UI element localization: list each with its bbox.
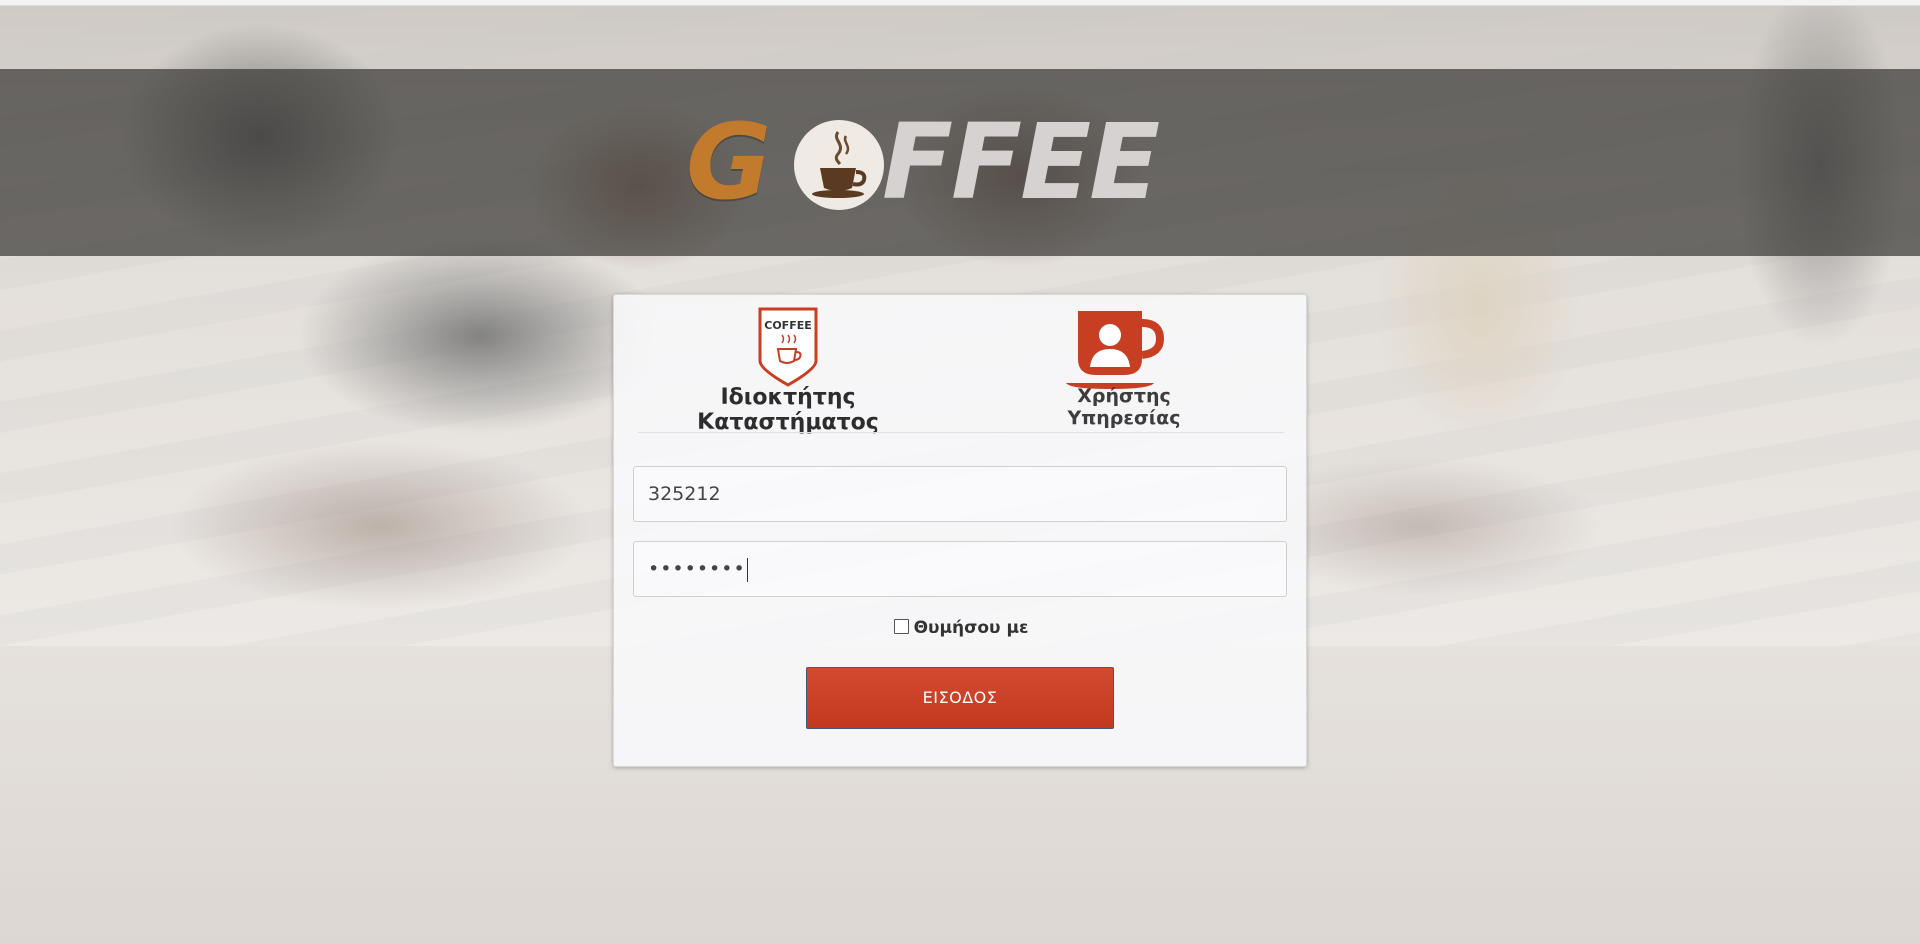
login-button[interactable]: ΕΙΣΟΔΟΣ [806, 667, 1114, 729]
role-store-owner[interactable]: COFFEE Ιδιοκτήτης Καταστήματος [638, 307, 938, 435]
role-service-user[interactable]: Χρήστης Υπηρεσίας [1019, 307, 1229, 429]
coffee-badge-text: COFFEE [764, 319, 811, 332]
password-mask: •••••••• [648, 558, 746, 580]
role-store-owner-label: Ιδιοκτήτης Καταστήματος [697, 385, 879, 435]
user-cup-icon [1064, 307, 1165, 389]
role-service-user-label: Χρήστης Υπηρεσίας [1067, 385, 1181, 429]
coffee-cup-icon [794, 120, 884, 210]
role-divider [638, 432, 1284, 433]
goffee-logo: G FFEE [686, 101, 1246, 223]
logo-letters-ffee: FFEE [882, 101, 1160, 223]
login-card: COFFEE Ιδιοκτήτης Καταστήματος Χρήστης Υ… [613, 294, 1307, 767]
remember-me-label: Θυμήσου με [913, 618, 1029, 638]
logo-letter-g: G [686, 101, 772, 223]
password-input[interactable]: •••••••• [633, 541, 1287, 597]
remember-me-checkbox[interactable] [893, 619, 909, 634]
remember-me[interactable]: Θυμήσου με [614, 618, 1308, 638]
text-caret [746, 557, 748, 582]
username-input[interactable]: 325212 [633, 466, 1287, 522]
username-value: 325212 [648, 483, 721, 505]
coffee-shop-badge-icon: COFFEE [756, 307, 820, 387]
